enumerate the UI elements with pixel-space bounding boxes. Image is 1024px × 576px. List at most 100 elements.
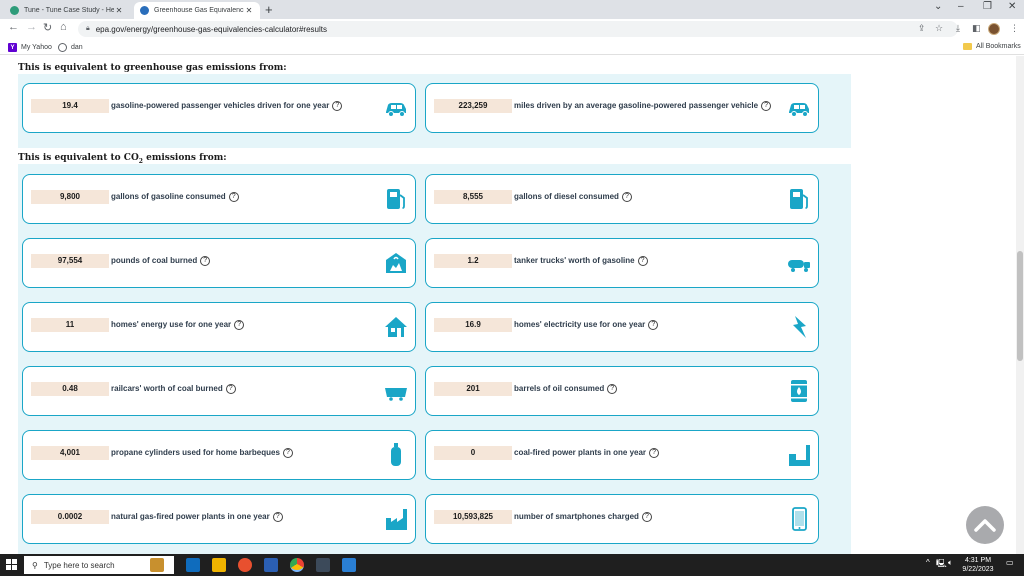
all-bookmarks-label: All Bookmarks (976, 43, 1021, 50)
help-icon[interactable]: ? (282, 448, 293, 458)
help-icon[interactable]: ? (648, 320, 659, 330)
equivalency-label-text: gasoline-powered passenger vehicles driv… (111, 101, 330, 110)
equivalency-card: 8,555 gallons of diesel consumed? (425, 174, 819, 224)
bookmark-star-icon[interactable]: ☆ (935, 23, 943, 34)
briefcase-app-icon[interactable] (150, 558, 164, 572)
close-icon[interactable]: ✕ (244, 6, 254, 15)
search-placeholder: Type here to search (43, 560, 115, 570)
profile-avatar[interactable] (988, 23, 1000, 35)
browser-tab-ghg[interactable]: Greenhouse Gas Equivalencies C ✕ (134, 2, 260, 19)
app-icon[interactable] (316, 558, 330, 572)
app-icon[interactable] (342, 558, 356, 572)
help-icon[interactable]: ? (761, 101, 772, 111)
forward-icon[interactable]: → (26, 21, 37, 33)
home-icon[interactable]: ⌂ (60, 21, 67, 33)
equivalency-label: gallons of gasoline consumed? (111, 190, 239, 204)
browser-tab-tune[interactable]: Tune - Tune Case Study - Henkel ✕ (4, 2, 130, 19)
notifications-icon[interactable]: ▭ (1006, 558, 1014, 567)
windows-start-icon[interactable] (6, 559, 17, 570)
side-panel-icon[interactable]: ◧ (972, 23, 981, 34)
window-close-icon[interactable]: ✕ (1008, 1, 1016, 12)
equivalency-label-text: homes' electricity use for one year (514, 320, 646, 329)
help-icon[interactable]: ? (641, 512, 652, 522)
equivalency-label: tanker trucks' worth of gasoline? (514, 254, 648, 268)
gas-pump-icon (383, 186, 409, 212)
equivalency-label-text: coal-fired power plants in one year (514, 448, 647, 457)
download-icon[interactable]: ⤓ (956, 23, 960, 34)
acrobat-app-icon[interactable] (238, 558, 252, 572)
help-icon[interactable]: ? (637, 256, 648, 266)
taskbar-clock[interactable]: 4:31 PM 9/22/2023 (958, 556, 998, 574)
coal-icon (383, 250, 409, 276)
equivalency-card: 97,554 pounds of coal burned? (22, 238, 416, 288)
help-icon[interactable]: ? (621, 192, 632, 202)
section-heading-ghg: This is equivalent to greenhouse gas emi… (18, 63, 287, 73)
new-tab-icon[interactable]: + (265, 2, 273, 17)
equivalency-label-text: pounds of coal burned (111, 256, 198, 265)
volume-icon[interactable]: 🔈︎ (948, 558, 953, 568)
tab-search-icon[interactable]: ⌄ (934, 1, 942, 12)
help-icon[interactable]: ? (225, 384, 236, 394)
scroll-to-top-button[interactable] (966, 506, 1004, 544)
tanker-truck-icon (786, 250, 812, 276)
help-icon[interactable]: ? (272, 512, 283, 522)
url-text: epa.gov/energy/greenhouse-gas-equivalenc… (95, 24, 327, 34)
equivalency-value: 97,554 (31, 254, 109, 268)
equivalency-card: 19.4 gasoline-powered passenger vehicles … (22, 83, 416, 133)
help-icon[interactable]: ? (607, 384, 618, 394)
menu-icon[interactable]: ⋮ (1010, 23, 1019, 34)
oil-barrel-icon (786, 378, 812, 404)
tray-chevron-icon[interactable]: ^ (926, 558, 930, 567)
bookmark-label: My Yahoo (21, 44, 52, 51)
chrome-app-icon[interactable] (290, 558, 304, 572)
network-icon[interactable]: 🖳︎ (936, 558, 947, 572)
help-icon[interactable]: ? (234, 320, 245, 330)
share-icon[interactable]: ⇪ (918, 23, 926, 34)
search-icon: ⚲ (32, 560, 38, 570)
back-icon[interactable]: ← (8, 21, 19, 33)
bookmark-label: dan (71, 44, 83, 51)
equivalency-label-text: number of smartphones charged (514, 512, 639, 521)
equivalency-card: 11 homes' energy use for one year? (22, 302, 416, 352)
equivalency-label-text: homes' energy use for one year (111, 320, 232, 329)
equivalency-label: coal-fired power plants in one year? (514, 446, 660, 460)
close-icon[interactable]: ✕ (114, 6, 124, 15)
page-content: This is equivalent to greenhouse gas emi… (0, 56, 1016, 554)
equivalency-label: homes' electricity use for one year? (514, 318, 659, 332)
help-icon[interactable]: ? (332, 101, 343, 111)
equivalency-label: gasoline-powered passenger vehicles driv… (111, 99, 343, 113)
outlook-app-icon[interactable] (186, 558, 200, 572)
reload-icon[interactable]: ↻ (43, 21, 52, 34)
word-app-icon[interactable] (264, 558, 278, 572)
equivalency-card: 10,593,825 number of smartphones charged? (425, 494, 819, 544)
heading-text: This is equivalent to CO (18, 153, 139, 163)
help-icon[interactable]: ? (649, 448, 660, 458)
house-icon (383, 314, 409, 340)
lock-icon: 🔒︎ (86, 25, 90, 32)
equivalency-value: 11 (31, 318, 109, 332)
equivalency-card: 16.9 homes' electricity use for one year? (425, 302, 819, 352)
help-icon[interactable]: ? (200, 256, 211, 266)
equivalency-value: 16.9 (434, 318, 512, 332)
page-scrollbar[interactable] (1016, 56, 1024, 554)
minimize-icon[interactable]: – (958, 1, 964, 12)
bookmark-my-yahoo[interactable]: Y My Yahoo (8, 43, 52, 52)
power-plant-icon (786, 442, 812, 468)
equivalency-label: propane cylinders used for home barbeque… (111, 446, 293, 460)
bookmarks-bar: Y My Yahoo dan All Bookmarks (0, 40, 1024, 55)
equivalency-label: homes' energy use for one year? (111, 318, 245, 332)
help-icon[interactable]: ? (228, 192, 239, 202)
restore-icon[interactable]: ❐ (983, 1, 992, 12)
scrollbar-thumb[interactable] (1017, 251, 1023, 361)
globe-icon (58, 43, 67, 52)
tune-favicon-icon (10, 6, 19, 15)
all-bookmarks[interactable]: All Bookmarks (963, 43, 1021, 50)
bookmark-dan[interactable]: dan (58, 43, 83, 52)
gas-pump-icon (786, 186, 812, 212)
equivalency-label: barrels of oil consumed? (514, 382, 618, 396)
address-bar[interactable]: 🔒︎ epa.gov/energy/greenhouse-gas-equival… (78, 21, 958, 37)
tab-title: Tune - Tune Case Study - Henkel (24, 7, 114, 14)
equivalency-card: 4,001 propane cylinders used for home bar… (22, 430, 416, 480)
equivalency-card: 0.0002 natural gas-fired power plants in … (22, 494, 416, 544)
file-explorer-icon[interactable] (212, 558, 226, 572)
